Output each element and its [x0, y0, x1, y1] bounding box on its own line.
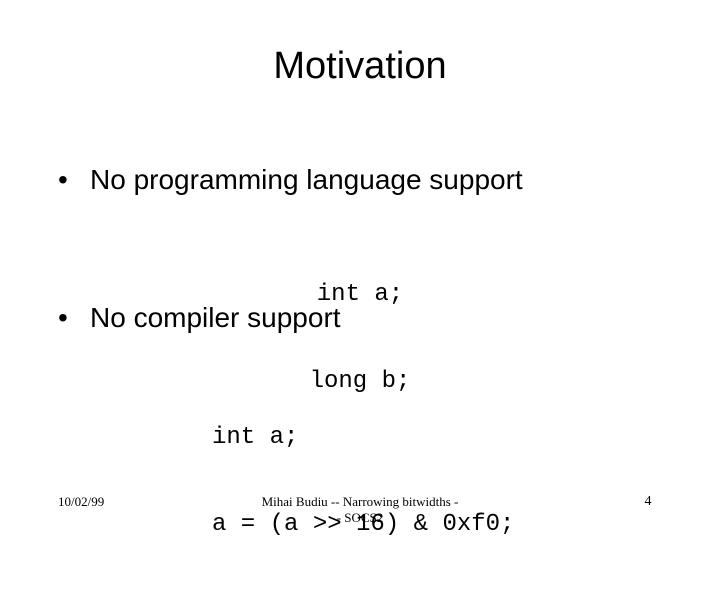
bullet-dot-icon: •	[58, 164, 68, 195]
code-block-2: int a; a = (a >> 16) & 0xf0;	[212, 365, 514, 597]
bullet-item-2: • No compiler support	[56, 300, 676, 336]
footer-date: 10/02/99	[58, 494, 105, 509]
footer-page-number: 4	[644, 494, 652, 509]
footer-center-line-1: Mihai Budiu -- Narrowing bitwidths -	[261, 494, 459, 509]
footer-center-text: Mihai Budiu -- Narrowing bitwidths - - S…	[180, 494, 540, 526]
footer-center-line-2: - SOCS2	[336, 510, 384, 525]
bullet-label-2: No compiler support	[90, 302, 341, 333]
page-title: Motivation	[273, 45, 447, 87]
bullet-label-1: No programming language support	[90, 164, 523, 195]
slide-footer: 10/02/99 Mihai Budiu -- Narrowing bitwid…	[0, 492, 720, 540]
slide: Motivation • No programming language sup…	[0, 0, 720, 540]
code-line: int a;	[212, 424, 299, 451]
bullet-dot-icon: •	[58, 302, 68, 333]
bullet-item-1: • No programming language support	[56, 162, 676, 198]
